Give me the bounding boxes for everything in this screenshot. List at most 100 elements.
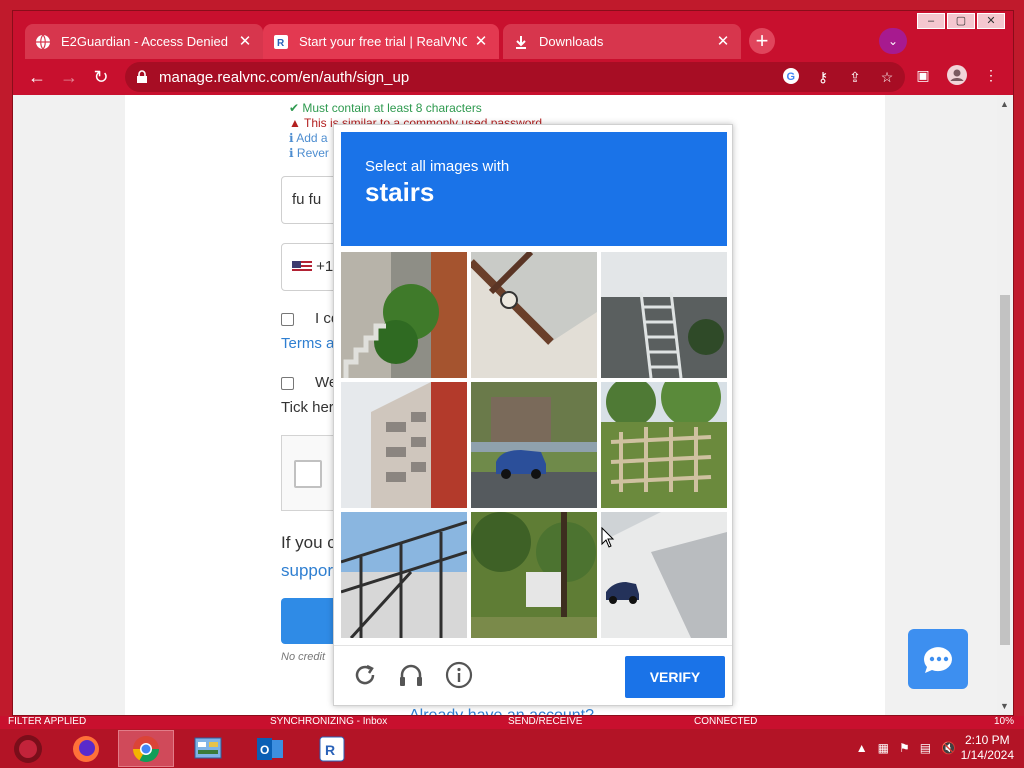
status-filter: FILTER APPLIED xyxy=(8,716,87,727)
key-icon[interactable]: ⚷ xyxy=(813,67,833,87)
forward-arrow-icon[interactable]: → xyxy=(57,65,81,89)
browser-toolbar: ← → ↻ manage.realvnc.com/en/auth/sign_up… xyxy=(13,59,1013,95)
download-icon xyxy=(513,34,529,50)
clock-time: 2:10 PM xyxy=(964,733,1010,747)
start-button[interactable] xyxy=(0,730,56,767)
captcha-tile-9[interactable] xyxy=(601,512,727,638)
window-controls: – ▢ ✕ xyxy=(917,13,1005,29)
tray-monitor-icon[interactable]: ▤ xyxy=(920,741,931,755)
new-tab-button[interactable]: + xyxy=(749,28,775,54)
login-link[interactable]: Already have an account? xyxy=(409,707,594,715)
tab-title: E2Guardian - Access Denied xyxy=(61,34,228,49)
reload-icon[interactable]: ↻ xyxy=(89,65,113,89)
tray-expand-icon[interactable]: ▲ xyxy=(856,741,868,755)
chrome-icon[interactable] xyxy=(118,730,174,767)
realvnc-icon: R xyxy=(273,34,289,50)
refresh-icon[interactable] xyxy=(350,660,380,690)
captcha-tile-3[interactable] xyxy=(601,252,727,378)
terms-link[interactable]: Terms a xyxy=(281,335,334,352)
tab-title: Start your free trial | RealVNC Co xyxy=(299,34,467,49)
side-panel-icon[interactable]: ▣ xyxy=(913,65,933,85)
omnibox-icons: G ⚷ ⇪ ☆ xyxy=(781,67,897,87)
info-icon[interactable] xyxy=(444,660,474,690)
maximize-button[interactable]: ▢ xyxy=(947,13,975,29)
captcha-header: Select all images with stairs xyxy=(341,132,727,246)
us-flag-icon xyxy=(292,261,312,274)
captcha-tile-8[interactable] xyxy=(471,512,597,638)
tab-title: Downloads xyxy=(539,34,604,49)
profile-icon[interactable] xyxy=(947,65,967,85)
google-icon[interactable]: G xyxy=(781,67,801,87)
taskbar-clock[interactable]: 2:10 PM 1/14/2024 xyxy=(961,733,1014,763)
requirement-info: ℹ Rever xyxy=(289,146,329,160)
outlook-icon[interactable]: O xyxy=(242,730,298,767)
flag-icon[interactable]: ⚑ xyxy=(899,741,910,755)
captcha-instruction: Select all images with xyxy=(365,158,510,175)
tab-realvnc[interactable]: R Start your free trial | RealVNC Co ✕ xyxy=(263,24,499,59)
chat-icon xyxy=(923,647,952,673)
captcha-footer: VERIFY xyxy=(334,645,732,705)
captcha-tile-4[interactable] xyxy=(341,382,467,508)
recaptcha-widget xyxy=(281,435,341,511)
status-connected: CONNECTED xyxy=(694,716,758,727)
firefox-icon[interactable] xyxy=(58,730,114,767)
system-tray: ▲ ▦ ⚑ ▤ 🔇 xyxy=(856,741,956,755)
control-panel-icon[interactable] xyxy=(180,730,236,767)
svg-text:R: R xyxy=(277,38,285,49)
close-icon[interactable]: ✕ xyxy=(715,33,731,50)
tab-downloads[interactable]: Downloads ✕ xyxy=(503,24,741,59)
captcha-tile-6[interactable] xyxy=(601,382,727,508)
star-icon[interactable]: ☆ xyxy=(877,67,897,87)
globe-icon xyxy=(35,34,51,50)
minimize-button[interactable]: – xyxy=(917,13,945,29)
marketing-checkbox[interactable] xyxy=(281,377,294,390)
captcha-keyword: stairs xyxy=(365,177,435,207)
realvnc-viewer-icon[interactable]: R xyxy=(304,730,360,767)
page-scrollbar[interactable]: ▲ ▼ xyxy=(997,95,1013,715)
menu-kebab-icon[interactable]: ⋮ xyxy=(981,65,1001,85)
toolbar-right: ▣ ⋮ xyxy=(913,65,1001,85)
tab-search-button[interactable]: ⌄ xyxy=(879,28,907,54)
back-arrow-icon[interactable]: ← xyxy=(25,65,49,89)
outlook-status-bar: FILTER APPLIED SYNCHRONIZING - Inbox SEN… xyxy=(0,716,1024,729)
requirement-info: ℹ Add a xyxy=(289,131,328,145)
share-icon[interactable]: ⇪ xyxy=(845,67,865,87)
support-text: If you c xyxy=(281,533,336,552)
close-icon[interactable]: ✕ xyxy=(473,33,489,50)
tab-strip: E2Guardian - Access Denied ✕ R Start you… xyxy=(13,11,1013,59)
status-zoom: 10% xyxy=(994,716,1015,727)
captcha-tile-2[interactable] xyxy=(471,252,597,378)
lock-icon xyxy=(137,70,147,83)
phone-prefix: +1 xyxy=(316,258,334,275)
clock-date: 1/14/2024 xyxy=(960,748,1014,762)
svg-text:G: G xyxy=(787,71,796,83)
status-send: SEND/RECEIVE xyxy=(508,716,583,727)
captcha-tile-1[interactable] xyxy=(341,252,467,378)
recaptcha-checkbox[interactable] xyxy=(294,460,322,488)
audio-headphones-icon[interactable] xyxy=(396,660,426,690)
support-link[interactable]: suppor xyxy=(281,561,333,581)
requirement-length: ✔ Must contain at least 8 characters xyxy=(289,101,482,115)
volume-muted-icon[interactable]: 🔇 xyxy=(941,741,956,755)
close-icon[interactable]: ✕ xyxy=(237,33,253,50)
consent-checkbox[interactable] xyxy=(281,313,294,326)
start-trial-button[interactable] xyxy=(281,598,341,644)
captcha-grid xyxy=(341,252,727,638)
address-bar[interactable]: manage.realvnc.com/en/auth/sign_up G ⚷ ⇪… xyxy=(125,62,905,92)
url-text: manage.realvnc.com/en/auth/sign_up xyxy=(159,68,410,86)
close-window-button[interactable]: ✕ xyxy=(977,13,1005,29)
scroll-up-icon[interactable]: ▲ xyxy=(1000,99,1009,109)
captcha-tile-5[interactable] xyxy=(471,382,597,508)
mouse-cursor-icon xyxy=(601,527,615,548)
svg-text:O: O xyxy=(260,743,269,757)
captcha-tile-7[interactable] xyxy=(341,512,467,638)
network-icon[interactable]: ▦ xyxy=(878,741,889,755)
tab-e2guardian[interactable]: E2Guardian - Access Denied ✕ xyxy=(25,24,263,59)
verify-button[interactable]: VERIFY xyxy=(625,656,725,698)
tick-text: Tick her xyxy=(281,399,334,416)
chat-widget-button[interactable] xyxy=(908,629,968,689)
scroll-down-icon[interactable]: ▼ xyxy=(1000,701,1009,711)
scroll-thumb[interactable] xyxy=(1000,295,1010,645)
windows-taskbar: O R ▲ ▦ ⚑ ▤ 🔇 2:10 PM 1/14/2024 xyxy=(0,729,1024,768)
no-credit-note: No credit xyxy=(281,651,326,663)
